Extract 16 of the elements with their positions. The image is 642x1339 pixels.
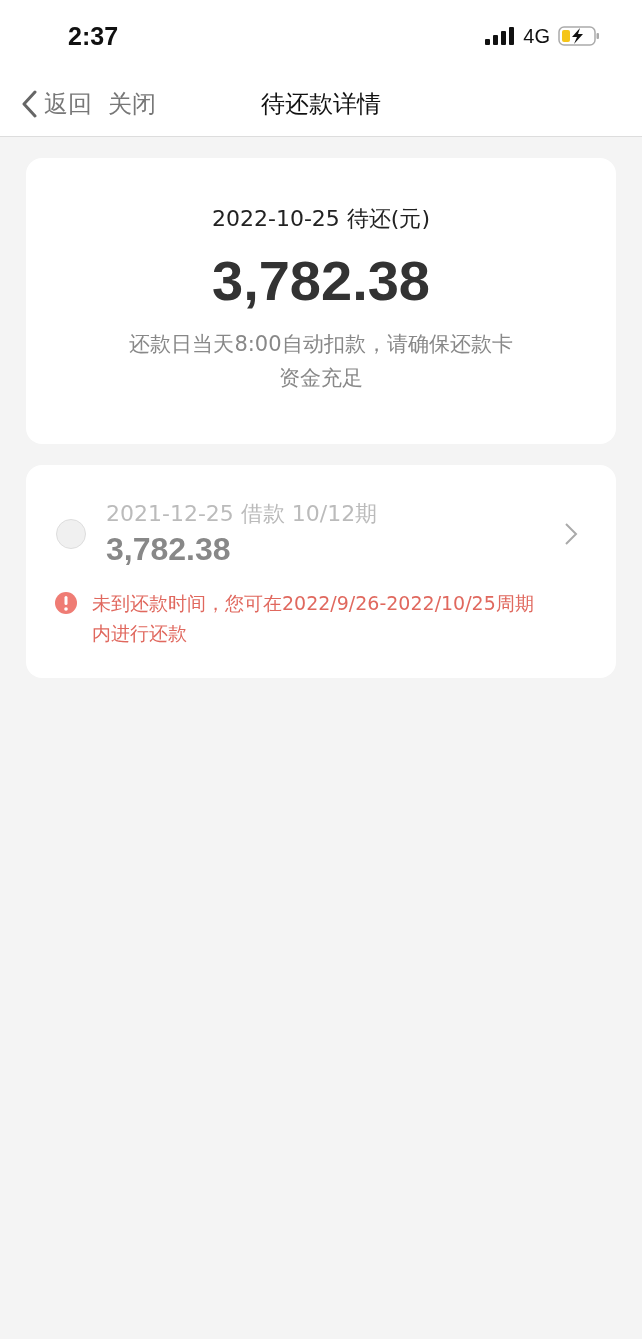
bill-amount: 3,782.38 (106, 531, 232, 568)
bill-info: 2021-12-25 借款 10/12期 (106, 500, 379, 528)
warning-message: 未到还款时间，您可在2022/9/26-2022/10/25周期内进行还款 (92, 591, 535, 646)
page-title: 待还款详情 (261, 89, 381, 120)
close-button[interactable]: 关闭 (108, 88, 156, 120)
auto-debit-note: 还款日当天8:00自动扣款，请确保还款卡资金充足 (128, 331, 514, 392)
chevron-right-icon[interactable] (564, 521, 578, 546)
due-date-heading: 2022-10-25 待还(元) (212, 205, 430, 233)
clock-time: 2:37 (68, 21, 119, 51)
network-label: 4G (523, 24, 550, 48)
signal-icon (485, 27, 516, 45)
due-amount: 3,782.38 (212, 248, 430, 313)
back-button[interactable]: 返回 (20, 88, 92, 120)
alert-icon (54, 591, 78, 615)
battery-charging-icon (558, 26, 600, 46)
chevron-left-icon (20, 90, 38, 118)
